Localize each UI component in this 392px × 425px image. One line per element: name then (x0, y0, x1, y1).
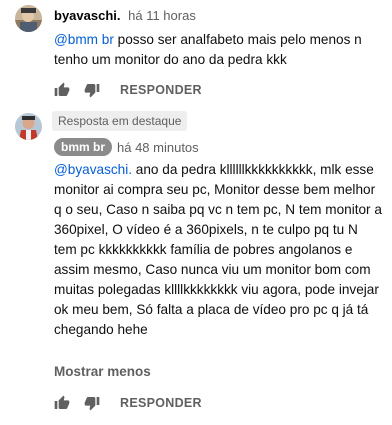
mention-link[interactable]: @bmm br (54, 32, 114, 47)
mention-link[interactable]: @byavaschi. (54, 162, 132, 177)
thumbs-up-icon[interactable] (54, 395, 70, 411)
comment-time[interactable]: há 48 minutos (117, 140, 199, 155)
avatar[interactable] (15, 5, 42, 32)
comment-actions: RESPONDER (54, 393, 202, 413)
reply-button[interactable]: RESPONDER (120, 396, 202, 410)
comment-author[interactable]: byavaschi. (54, 8, 121, 23)
comment-text: @byavaschi. ano da pedra kllllllkkkkkkkk… (54, 160, 384, 340)
pinned-reply-badge: Resposta em destaque (52, 111, 188, 131)
comment-header: byavaschi. há 11 horas (54, 8, 196, 23)
comment-author-chip[interactable]: bmm br (54, 138, 113, 156)
comment-actions: RESPONDER (54, 80, 202, 100)
show-less-button[interactable]: Mostrar menos (54, 364, 151, 379)
thumbs-down-icon[interactable] (84, 395, 100, 411)
comment-text: @bmm br posso ser analfabeto mais pelo m… (54, 30, 384, 70)
reply-button[interactable]: RESPONDER (120, 83, 202, 97)
comment-body: ano da pedra kllllllkkkkkkkkkk, mlk esse… (54, 162, 382, 337)
thumbs-up-icon[interactable] (54, 82, 70, 98)
thumbs-down-icon[interactable] (84, 82, 100, 98)
comment-time[interactable]: há 11 horas (128, 8, 196, 23)
avatar[interactable] (15, 113, 42, 140)
